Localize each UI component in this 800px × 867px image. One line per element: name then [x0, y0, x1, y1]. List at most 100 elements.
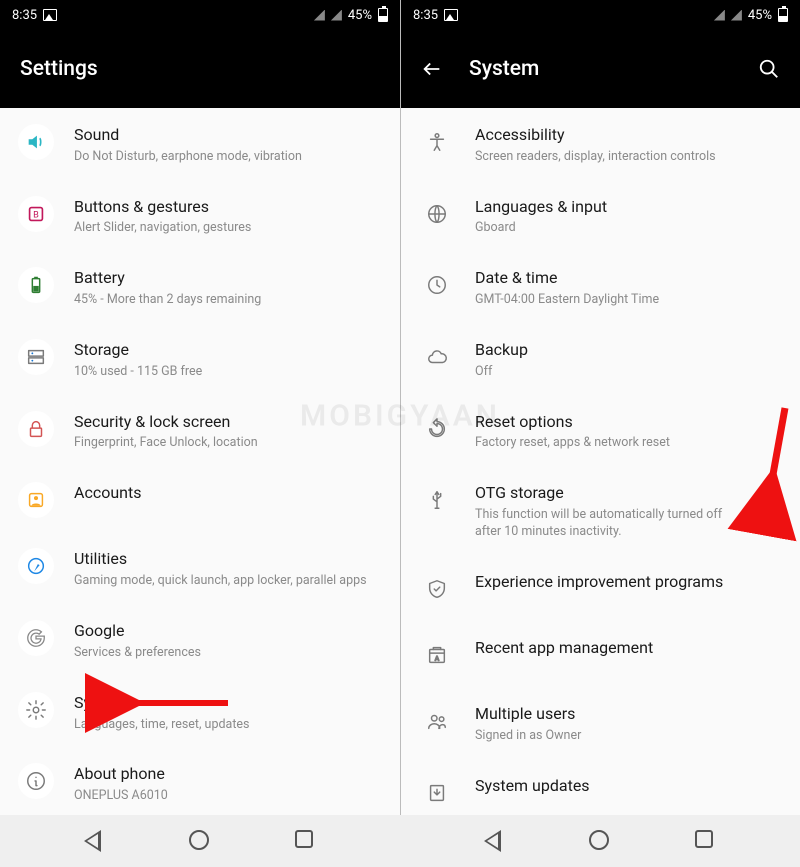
item-title: OTG storage — [475, 483, 728, 504]
item-subtitle: Do Not Disturb, earphone mode, vibration — [74, 149, 382, 166]
settings-item-battery[interactable]: Battery 45% - More than 2 days remaining — [0, 251, 400, 323]
battery-icon — [778, 8, 788, 22]
settings-item-gear[interactable]: System Languages, time, reset, updates — [0, 676, 400, 748]
info-icon — [18, 763, 54, 799]
settings-item-info[interactable]: About phone ONEPLUS A6010 — [0, 747, 400, 815]
sound-icon — [18, 124, 54, 160]
phone-left-settings: 8:35 45% Settings SoundDo Not Disturb, e… — [0, 0, 400, 815]
settings-item-recent[interactable]: A Recent app management — [401, 621, 800, 687]
status-time: 8:35 — [413, 8, 438, 23]
item-subtitle: Gaming mode, quick launch, app locker, p… — [74, 573, 382, 590]
item-subtitle: Languages, time, reset, updates — [74, 717, 382, 734]
header-settings: Settings — [0, 30, 400, 108]
settings-item-buttons[interactable]: B Buttons & gestures Alert Slider, navigat… — [0, 180, 400, 252]
android-navbar — [0, 815, 800, 867]
update-icon — [419, 775, 455, 811]
status-time: 8:35 — [12, 8, 37, 23]
item-subtitle: ONEPLUS A6010 — [74, 788, 382, 805]
utilities-icon — [18, 548, 54, 584]
item-subtitle: Alert Slider, navigation, gestures — [74, 220, 382, 237]
settings-item-update[interactable]: System updates — [401, 759, 800, 815]
dual-screenshot-container: 8:35 45% Settings SoundDo Not Disturb, e… — [0, 0, 800, 815]
item-subtitle: Off — [475, 364, 782, 381]
item-subtitle: 45% - More than 2 days remaining — [74, 292, 382, 309]
item-title: Battery — [74, 268, 382, 289]
item-title: About phone — [74, 764, 382, 785]
google-icon — [18, 620, 54, 656]
settings-item-globe[interactable]: Languages & input Gboard — [401, 180, 800, 252]
item-title: Security & lock screen — [74, 412, 382, 433]
settings-item-usb[interactable]: OTG storage This function will be automat… — [401, 466, 800, 555]
settings-item-users[interactable]: Multiple users Signed in as Owner — [401, 687, 800, 759]
battery-percent: 45% — [348, 8, 372, 23]
signal-icon — [731, 10, 742, 21]
item-title: Google — [74, 621, 382, 642]
accessibility-icon — [419, 124, 455, 160]
settings-item-storage[interactable]: Storage10% used - 115 GB free — [0, 323, 400, 395]
item-title: Buttons & gestures — [74, 197, 382, 218]
settings-item-lock[interactable]: Security & lock screenFingerprint, Face … — [0, 395, 400, 467]
item-subtitle: Gboard — [475, 220, 782, 237]
item-subtitle: Factory reset, apps & network reset — [475, 435, 782, 452]
battery-icon — [378, 8, 388, 22]
nav-back-button[interactable] — [484, 830, 506, 852]
settings-item-accessibility[interactable]: Accessibility Screen readers, display, in… — [401, 108, 800, 180]
status-bar: 8:35 45% — [401, 0, 800, 30]
item-subtitle: Screen readers, display, interaction con… — [475, 149, 782, 166]
settings-item-google[interactable]: Google Services & preferences — [0, 604, 400, 676]
usb-icon — [419, 482, 455, 518]
system-list[interactable]: Accessibility Screen readers, display, in… — [401, 108, 800, 815]
battery-percent: 45% — [748, 8, 772, 23]
nav-home-button[interactable] — [189, 830, 211, 852]
account-icon — [18, 482, 54, 518]
item-title: Languages & input — [475, 197, 782, 218]
status-bar: 8:35 45% — [0, 0, 400, 30]
globe-icon — [419, 196, 455, 232]
item-subtitle: Signed in as Owner — [475, 728, 782, 745]
item-subtitle: Services & preferences — [74, 645, 382, 662]
gear-icon — [18, 692, 54, 728]
item-subtitle: This function will be automatically turn… — [475, 507, 728, 541]
page-title: System — [469, 57, 539, 81]
buttons-icon: B — [18, 196, 54, 232]
reset-icon — [419, 411, 455, 447]
item-title: System updates — [475, 776, 782, 797]
phone-right-system: 8:35 45% System Accessibility Screen read… — [400, 0, 800, 815]
settings-item-reset[interactable]: Reset options Factory reset, apps & netwo… — [401, 395, 800, 467]
settings-list[interactable]: SoundDo Not Disturb, earphone mode, vibr… — [0, 108, 400, 815]
item-title: Experience improvement programs — [475, 572, 782, 593]
item-title: Backup — [475, 340, 782, 361]
settings-item-clock[interactable]: Date & time GMT-04:00 Eastern Daylight Ti… — [401, 251, 800, 323]
item-title: Utilities — [74, 549, 382, 570]
item-title: Reset options — [475, 412, 782, 433]
settings-item-utilities[interactable]: Utilities Gaming mode, quick launch, app … — [0, 532, 400, 604]
signal-icon — [314, 10, 325, 21]
users-icon — [419, 703, 455, 739]
nav-back-button[interactable] — [84, 830, 106, 852]
search-button[interactable] — [758, 58, 780, 80]
item-title: Date & time — [475, 268, 782, 289]
settings-item-shield[interactable]: Experience improvement programs — [401, 555, 800, 621]
item-title: Recent app management — [475, 638, 782, 659]
settings-item-sound[interactable]: SoundDo Not Disturb, earphone mode, vibr… — [0, 108, 400, 180]
item-title: Storage — [74, 340, 382, 361]
svg-text:A: A — [435, 654, 440, 662]
shield-icon — [419, 571, 455, 607]
lock-icon — [18, 411, 54, 447]
item-title: System — [74, 693, 382, 714]
recent-icon: A — [419, 637, 455, 673]
image-indicator-icon — [43, 9, 57, 21]
settings-item-cloud[interactable]: Backup Off — [401, 323, 800, 395]
otg-storage-toggle[interactable] — [748, 502, 782, 520]
nav-recent-button[interactable] — [295, 830, 317, 852]
back-button[interactable] — [421, 58, 443, 80]
item-subtitle: GMT-04:00 Eastern Daylight Time — [475, 292, 782, 309]
cloud-icon — [419, 339, 455, 375]
header-system: System — [401, 30, 800, 108]
nav-recent-button[interactable] — [695, 830, 717, 852]
nav-home-button[interactable] — [589, 830, 611, 852]
settings-item-account[interactable]: Accounts — [0, 466, 400, 532]
signal-icon — [331, 10, 342, 21]
item-title: Multiple users — [475, 704, 782, 725]
item-title: Accessibility — [475, 125, 782, 146]
